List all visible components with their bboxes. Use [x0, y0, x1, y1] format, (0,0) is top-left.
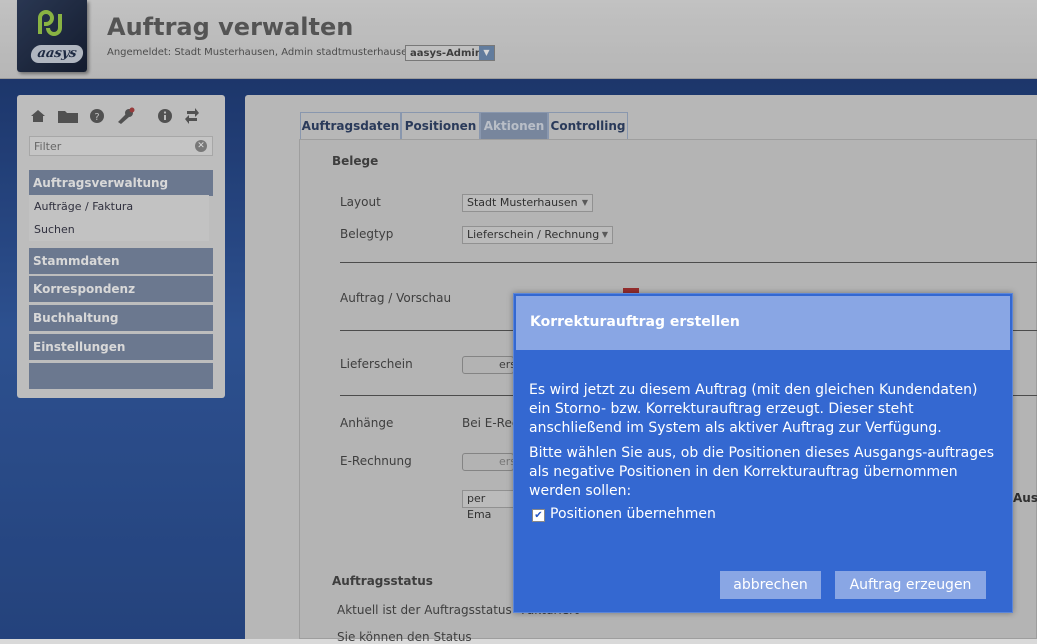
- dialog-text-question: Bitte wählen Sie aus, ob die Positionen …: [529, 445, 995, 499]
- cancel-button[interactable]: abbrechen: [720, 571, 821, 599]
- dialog-title: Korrekturauftrag erstellen: [516, 296, 1010, 350]
- korrektur-dialog: Korrekturauftrag erstellen Es wird jetzt…: [513, 293, 1013, 613]
- dialog-text-intro: Es wird jetzt zu diesem Auftrag (mit den…: [529, 382, 978, 436]
- create-order-button[interactable]: Auftrag erzeugen: [835, 571, 986, 599]
- positionen-checkbox[interactable]: ✔: [532, 509, 545, 522]
- positionen-checkbox-label[interactable]: Positionen übernehmen: [550, 506, 716, 522]
